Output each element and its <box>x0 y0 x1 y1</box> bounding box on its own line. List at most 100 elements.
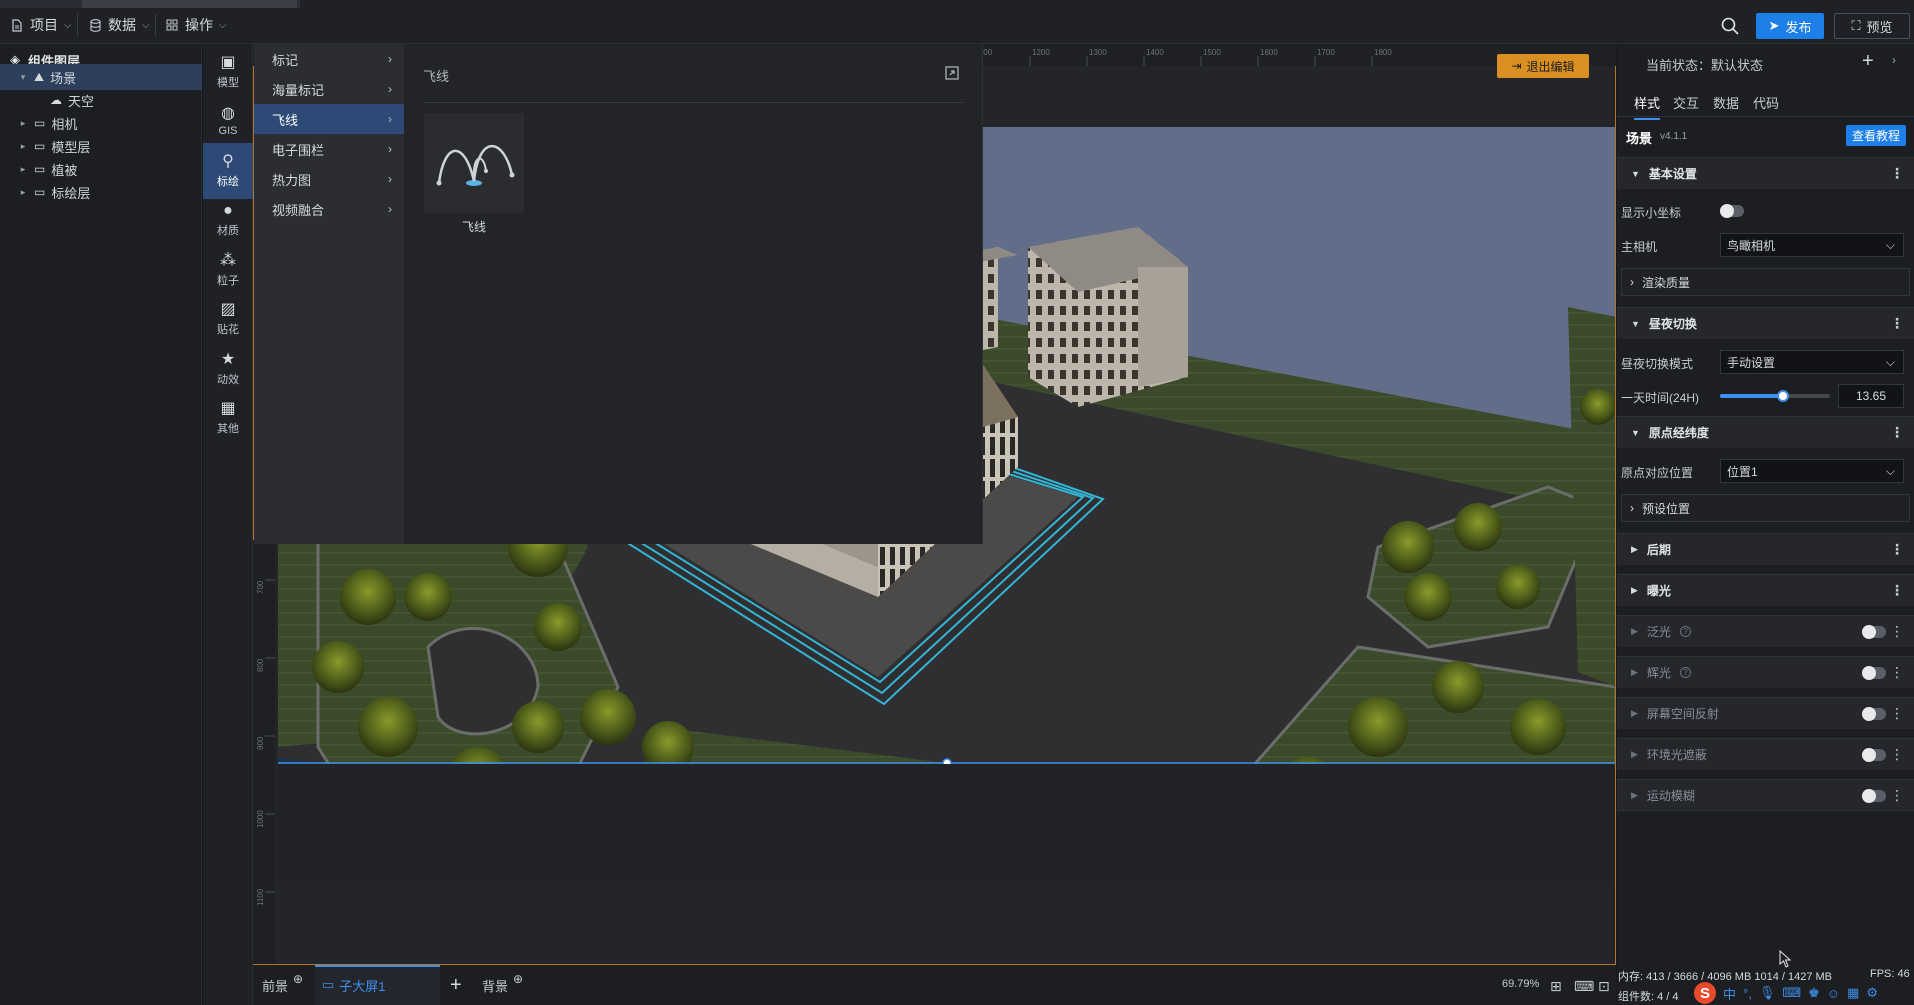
fit-screen-icon[interactable]: ⊞ <box>1550 978 1562 995</box>
fps-status: FPS: 46 <box>1870 968 1910 980</box>
ssr-toggle[interactable] <box>1862 707 1886 721</box>
tab-data[interactable]: 数据 <box>1713 93 1739 112</box>
preview-button[interactable]: ⛶ 预览 <box>1834 13 1910 39</box>
section-exposure[interactable]: ▶ 曝光 ⋮ <box>1617 574 1914 606</box>
render-quality-collapse[interactable]: › 渲染质量 <box>1621 268 1910 296</box>
caret-icon[interactable]: ▾ <box>18 72 28 83</box>
marker-category-item[interactable]: 飞线 › <box>254 104 404 134</box>
origin-position-select[interactable]: 位置1 ⌵ <box>1720 459 1904 483</box>
rail-item-icon: ◍ <box>221 105 235 122</box>
rail-item-icon: ● <box>223 202 233 219</box>
add-state-button[interactable]: + <box>1862 50 1874 73</box>
ime-toolbar[interactable]: S 中 °, 🎙 ⌨ ♚ ☺ ▦ ⚙ <box>1694 982 1914 1004</box>
rail-item[interactable]: ● 材质 <box>203 193 253 249</box>
tab-interaction[interactable]: 交互 <box>1673 93 1699 112</box>
caret-icon[interactable]: ▸ <box>18 141 28 152</box>
add-circle-icon[interactable]: ⊕ <box>293 972 303 986</box>
window-tab-active[interactable] <box>82 0 297 8</box>
more-vertical-icon[interactable]: ⋮ <box>1890 165 1904 182</box>
daynight-mode-select[interactable]: 手动设置 ⌵ <box>1720 350 1904 374</box>
scene-icon: ⛰ <box>34 69 45 84</box>
motion-blur-toggle[interactable] <box>1862 789 1886 803</box>
more-vertical-icon[interactable]: ⋮ <box>1890 424 1904 441</box>
folder-icon: ▭ <box>34 185 46 199</box>
more-vertical-icon[interactable]: ⋮ <box>1890 315 1904 332</box>
marker-category-item[interactable]: 视频融合 › <box>254 194 404 224</box>
tab-subscreen[interactable]: ▭ 子大屏1 <box>322 965 386 1005</box>
section-basic[interactable]: ▼ 基本设置 ⋮ <box>1617 157 1914 189</box>
more-vertical-icon[interactable]: ⋮ <box>1890 623 1904 640</box>
current-state[interactable]: 当前状态：默认状态 <box>1646 55 1763 74</box>
add-screen-button[interactable]: + <box>450 965 462 1005</box>
bloom-toggle[interactable] <box>1862 625 1886 639</box>
rail-item[interactable]: ⁂ 粒子 <box>203 242 253 298</box>
rail-item-label: 材质 <box>217 225 239 237</box>
microphone-icon: 🎙 <box>1758 985 1776 1000</box>
publish-button[interactable]: ➤ 发布 <box>1756 13 1824 39</box>
section-daynight[interactable]: ▼ 昼夜切换 ⋮ <box>1617 307 1914 339</box>
rail-item[interactable]: ▣ 模型 <box>203 44 253 100</box>
more-vertical-icon[interactable]: ⋮ <box>1890 582 1904 599</box>
more-vertical-icon[interactable]: ⋮ <box>1890 705 1904 722</box>
chevron-right-icon[interactable]: › <box>1892 53 1896 67</box>
ruler-top-ticks: 1100 1200 1300 1400 1500 1600 1700 1800 <box>972 48 1392 66</box>
ruler-tick-label: 900 <box>256 736 265 750</box>
keyboard-icon[interactable]: ⌨ <box>1574 978 1594 995</box>
marker-category-item[interactable]: 海量标记 › <box>254 74 404 104</box>
rail-item[interactable]: ⚲ 标绘 <box>203 143 253 199</box>
menu-data-label: 数据 <box>108 17 136 33</box>
more-vertical-icon[interactable]: ⋮ <box>1890 746 1904 763</box>
menu-operate[interactable]: 操作 ⌵ <box>165 14 227 36</box>
ao-toggle[interactable] <box>1862 748 1886 762</box>
rail-item[interactable]: ★ 动效 <box>203 341 253 397</box>
tutorial-button[interactable]: 查看教程 <box>1846 125 1906 146</box>
rail-item[interactable]: ▨ 贴花 <box>203 292 253 348</box>
more-vertical-icon[interactable]: ⋮ <box>1890 541 1904 558</box>
marker-category-item[interactable]: 标记 › <box>254 44 404 74</box>
help-icon[interactable]: ? <box>1679 626 1691 637</box>
marker-category-item[interactable]: 电子围栏 › <box>254 134 404 164</box>
tab-foreground[interactable]: 前景 ⊕ <box>262 965 303 1005</box>
preset-position-collapse[interactable]: › 预设位置 <box>1621 494 1910 522</box>
caret-right-icon: ▶ <box>1631 544 1638 554</box>
rail-item[interactable]: ▦ 其他 <box>203 391 253 447</box>
section-post[interactable]: ▶ 后期 ⋮ <box>1617 533 1914 565</box>
rail-item-label: 粒子 <box>217 274 239 287</box>
exit-edit-button[interactable]: ⇥ 退出编辑 <box>1497 54 1589 78</box>
help-icon[interactable]: ? <box>1679 667 1691 678</box>
day-time-label: 一天时间(24H) <box>1621 391 1700 405</box>
section-origin[interactable]: ▼ 原点经纬度 ⋮ <box>1617 416 1914 448</box>
caret-right-icon: ▶ <box>1631 789 1638 800</box>
glow-toggle[interactable] <box>1862 666 1886 680</box>
tab-code[interactable]: 代码 <box>1753 93 1779 112</box>
ruler-tick-label: 1300 <box>1089 48 1107 57</box>
caret-icon[interactable]: ▸ <box>18 164 28 175</box>
day-time-input[interactable]: 13.65 <box>1838 384 1904 408</box>
marker-category-label: 海量标记 <box>272 82 325 98</box>
rail-item[interactable]: ◍ GIS <box>203 94 253 150</box>
menu-project[interactable]: 项目 ⌵ <box>10 14 72 36</box>
expand-icon[interactable] <box>944 65 960 81</box>
more-vertical-icon[interactable]: ⋮ <box>1890 787 1904 804</box>
main-camera-select[interactable]: 鸟瞰相机 ⌵ <box>1720 233 1904 257</box>
menu-data[interactable]: 数据 ⌵ <box>88 14 150 36</box>
layer-tree-item[interactable]: ▸ ▭ 标绘层 <box>0 179 202 205</box>
rail-item-icon: ▦ <box>220 400 236 417</box>
caret-icon[interactable]: ▸ <box>18 118 28 129</box>
terminal-icon[interactable]: ⊡ <box>1598 978 1610 995</box>
origin-position-label: 原点对应位置 <box>1621 466 1694 480</box>
search-icon[interactable] <box>1720 16 1740 36</box>
marker-category-item[interactable]: 热力图 › <box>254 164 404 194</box>
zoom-level[interactable]: 69.79% <box>1502 978 1539 990</box>
more-vertical-icon[interactable]: ⋮ <box>1890 664 1904 681</box>
caret-icon[interactable]: ▸ <box>18 187 28 198</box>
component-count: 组件数: 4 / 4 <box>1618 991 1679 1003</box>
chevron-right-icon: › <box>388 142 392 156</box>
tab-background[interactable]: 背景 ⊕ <box>482 965 523 1005</box>
folder-icon: ▭ <box>34 116 46 130</box>
add-circle-icon[interactable]: ⊕ <box>513 972 523 986</box>
flyline-thumbnail[interactable] <box>424 113 524 213</box>
day-time-slider-handle[interactable] <box>1776 390 1789 402</box>
show-axis-toggle[interactable] <box>1720 204 1744 218</box>
current-state-value: 默认状态 <box>1711 58 1764 73</box>
